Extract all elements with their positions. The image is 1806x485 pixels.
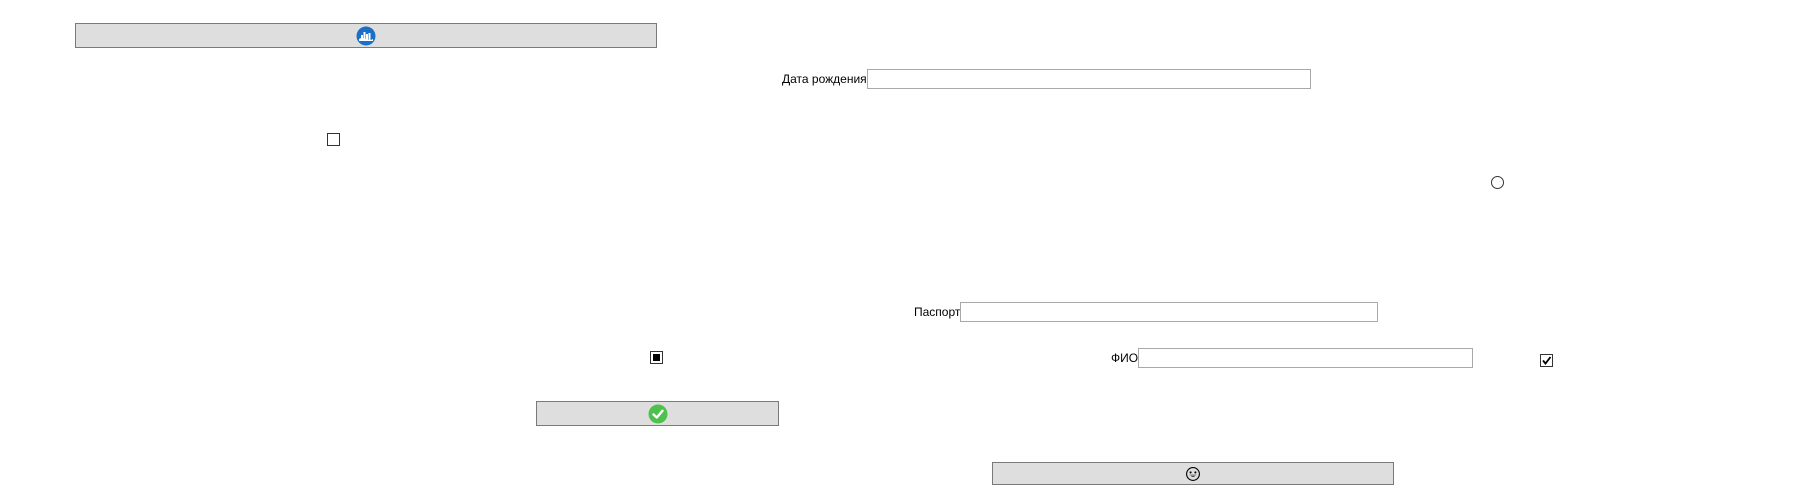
radio-button[interactable] (1491, 176, 1504, 189)
indeterminate-mark-icon (653, 354, 660, 361)
full-name-field: ФИО (1111, 348, 1474, 368)
green-check-icon (648, 404, 668, 424)
form-canvas: Дата рождения Паспорт ФИО (0, 0, 1806, 485)
indeterminate-checkbox[interactable] (650, 351, 663, 364)
smiley-face-icon (1183, 464, 1203, 484)
birth-date-field: Дата рождения (782, 69, 1311, 89)
birth-date-label: Дата рождения (782, 72, 867, 86)
smiley-button[interactable] (992, 462, 1394, 485)
confirm-button[interactable] (536, 401, 779, 426)
full-name-input[interactable] (1138, 348, 1474, 368)
unchecked-checkbox[interactable] (327, 133, 340, 146)
cloud-city-icon (356, 26, 376, 46)
passport-field: Паспорт (914, 302, 1379, 322)
checkmark-icon (1542, 356, 1552, 365)
cloud-button[interactable] (75, 23, 657, 48)
passport-label: Паспорт (914, 305, 961, 319)
birth-date-input[interactable] (866, 69, 1311, 89)
checked-checkbox[interactable] (1540, 354, 1553, 367)
full-name-label: ФИО (1111, 351, 1139, 365)
passport-input[interactable] (960, 302, 1379, 322)
